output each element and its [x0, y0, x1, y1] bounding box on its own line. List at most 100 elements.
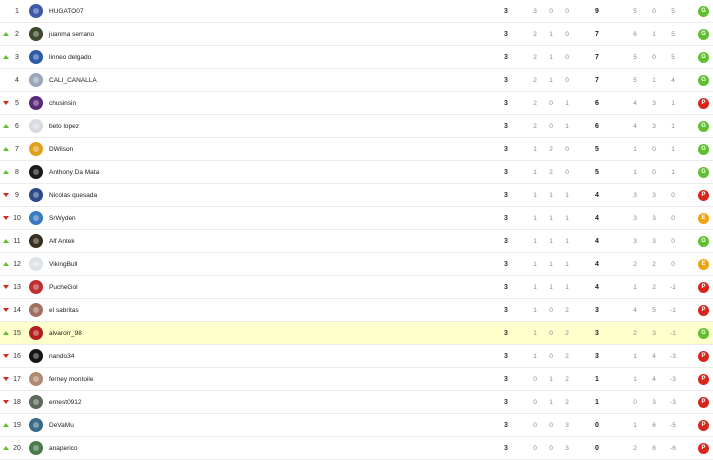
player-name[interactable]: linneo delgado	[49, 46, 91, 69]
stat-gc: 3	[652, 399, 656, 406]
avatar[interactable]	[29, 50, 43, 64]
table-row[interactable]: 1 HUGATO07 3 3 0 0 5 0 5 9 G	[0, 0, 713, 23]
stat-g: 3	[533, 8, 537, 15]
player-name[interactable]: SrWyden	[49, 207, 76, 230]
player-name[interactable]: nando34	[49, 345, 74, 368]
stat-p: 2	[565, 376, 569, 383]
player-name[interactable]: PucheGol	[49, 276, 78, 299]
table-row[interactable]: 5 chusinsin 3 2 0 1 4 3 1 6 P	[0, 92, 713, 115]
table-row[interactable]: 4 CALI_CANALLA 3 2 1 0 5 1 4 7 G	[0, 69, 713, 92]
table-row[interactable]: 2 juanma serrano 3 2 1 0 6 1 5 7 G	[0, 23, 713, 46]
player-name[interactable]: Nicolas quesada	[49, 184, 97, 207]
player-name[interactable]: ferney montoile	[49, 368, 93, 391]
stat-dg: -3	[670, 399, 676, 406]
avatar[interactable]	[29, 257, 43, 271]
table-row[interactable]: 10 SrWyden 3 1 1 1 3 3 0 4 E	[0, 207, 713, 230]
table-row[interactable]: 9 Nicolas quesada 3 1 1 1 3 3 0 4 P	[0, 184, 713, 207]
result-badge: P	[698, 397, 709, 408]
table-row[interactable]: 8 Anthony Da Mata 3 1 2 0 1 0 1 5 G	[0, 161, 713, 184]
table-row[interactable]: 13 PucheGol 3 1 1 1 1 2 -1 4 P	[0, 276, 713, 299]
table-row[interactable]: 6 beto lopez 3 2 0 1 4 3 1 6 G	[0, 115, 713, 138]
stat-p: 1	[565, 238, 569, 245]
result-badge: P	[698, 98, 709, 109]
stat-e: 2	[549, 169, 553, 176]
trend-down-icon	[3, 216, 9, 220]
stat-p: 1	[565, 123, 569, 130]
stat-p: 1	[565, 215, 569, 222]
player-name[interactable]: el sabritas	[49, 299, 79, 322]
stat-gc: 1	[652, 31, 656, 38]
stat-e: 1	[549, 238, 553, 245]
trend-up-icon	[3, 124, 9, 128]
stat-g: 1	[533, 330, 537, 337]
position: 8	[15, 169, 19, 176]
avatar[interactable]	[29, 188, 43, 202]
player-name[interactable]: beto lopez	[49, 115, 79, 138]
player-name[interactable]: CALI_CANALLA	[49, 69, 97, 92]
table-row[interactable]: 17 ferney montoile 3 0 1 2 1 4 -3 1 P	[0, 368, 713, 391]
table-row[interactable]: 11 Alf Antek 3 1 1 1 3 3 0 4 G	[0, 230, 713, 253]
stat-g: 0	[533, 376, 537, 383]
avatar[interactable]	[29, 303, 43, 317]
player-name[interactable]: Alf Antek	[49, 230, 75, 253]
avatar[interactable]	[29, 326, 43, 340]
matches-played: 3	[504, 399, 508, 406]
avatar[interactable]	[29, 27, 43, 41]
table-row[interactable]: 20 anaperico 3 0 0 3 2 8 -6 0 P	[0, 437, 713, 460]
table-row[interactable]: 18 ernest0912 3 0 1 2 0 3 -3 1 P	[0, 391, 713, 414]
avatar[interactable]	[29, 418, 43, 432]
avatar[interactable]	[29, 4, 43, 18]
table-row[interactable]: 19 DeVaMu 3 0 0 3 1 6 -5 0 P	[0, 414, 713, 437]
player-name[interactable]: DWilson	[49, 138, 73, 161]
stat-dg: 5	[671, 31, 675, 38]
player-name[interactable]: DeVaMu	[49, 414, 74, 437]
player-name[interactable]: chusinsin	[49, 92, 76, 115]
avatar[interactable]	[29, 395, 43, 409]
stat-gf: 2	[633, 445, 637, 452]
matches-played: 3	[504, 54, 508, 61]
stat-gc: 3	[652, 215, 656, 222]
avatar[interactable]	[29, 165, 43, 179]
matches-played: 3	[504, 353, 508, 360]
stat-gf: 5	[633, 77, 637, 84]
player-name[interactable]: alvarorr_98	[49, 322, 82, 345]
player-name[interactable]: ernest0912	[49, 391, 82, 414]
stat-p: 0	[565, 54, 569, 61]
avatar[interactable]	[29, 349, 43, 363]
avatar[interactable]	[29, 96, 43, 110]
position: 14	[13, 307, 21, 314]
table-row[interactable]: 12 VikingBull 3 1 1 1 2 2 0 4 E	[0, 253, 713, 276]
player-name[interactable]: VikingBull	[49, 253, 77, 276]
points: 3	[595, 330, 599, 337]
avatar[interactable]	[29, 280, 43, 294]
position: 13	[13, 284, 21, 291]
table-row[interactable]: 7 DWilson 3 1 2 0 1 0 1 5 G	[0, 138, 713, 161]
player-name[interactable]: Anthony Da Mata	[49, 161, 99, 184]
avatar[interactable]	[29, 119, 43, 133]
stat-g: 2	[533, 31, 537, 38]
avatar[interactable]	[29, 372, 43, 386]
stat-gf: 5	[633, 54, 637, 61]
table-row[interactable]: 15 alvarorr_98 3 1 0 2 2 3 -1 3 G	[0, 322, 713, 345]
player-name[interactable]: HUGATO07	[49, 0, 83, 23]
avatar[interactable]	[29, 211, 43, 225]
stat-g: 0	[533, 399, 537, 406]
avatar[interactable]	[29, 441, 43, 455]
table-row[interactable]: 14 el sabritas 3 1 0 2 4 5 -1 3 P	[0, 299, 713, 322]
table-row[interactable]: 3 linneo delgado 3 2 1 0 5 0 5 7 G	[0, 46, 713, 69]
stat-e: 1	[549, 215, 553, 222]
avatar[interactable]	[29, 142, 43, 156]
result-badge: P	[698, 305, 709, 316]
stat-g: 1	[533, 284, 537, 291]
points: 1	[595, 399, 599, 406]
matches-played: 3	[504, 100, 508, 107]
avatar[interactable]	[29, 73, 43, 87]
avatar[interactable]	[29, 234, 43, 248]
stat-gc: 4	[652, 376, 656, 383]
position: 18	[13, 399, 21, 406]
player-name[interactable]: anaperico	[49, 437, 78, 460]
position: 1	[15, 8, 19, 15]
player-name[interactable]: juanma serrano	[49, 23, 94, 46]
table-row[interactable]: 16 nando34 3 1 0 2 1 4 -3 3 P	[0, 345, 713, 368]
stat-g: 1	[533, 169, 537, 176]
